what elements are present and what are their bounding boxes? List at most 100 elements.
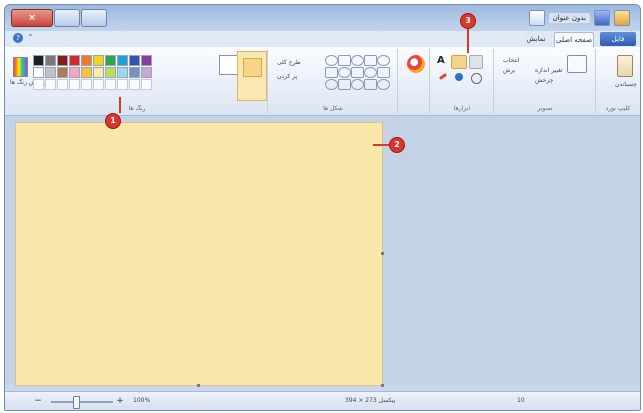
zoom-level: 100% (133, 397, 151, 404)
maximize-button[interactable] (54, 9, 80, 27)
outline-option[interactable]: طرح کلی (277, 59, 301, 66)
rotate-option[interactable]: چرخش (535, 77, 553, 84)
eraser-icon[interactable] (469, 55, 483, 69)
shape-option[interactable] (351, 55, 364, 66)
custom-color-swatch[interactable] (45, 79, 56, 90)
shape-option[interactable] (377, 67, 390, 78)
shape-option[interactable] (325, 55, 338, 66)
paste-label[interactable]: چسباندن (615, 81, 637, 88)
color-swatch[interactable] (57, 67, 68, 78)
fill-tool-icon[interactable] (451, 55, 467, 69)
custom-color-swatch[interactable] (117, 79, 128, 90)
window-controls: × (11, 9, 108, 27)
drawing-canvas[interactable] (15, 122, 383, 386)
image-group-label: تصویر (537, 105, 553, 112)
shape-option[interactable] (325, 79, 338, 90)
pencil-icon[interactable] (438, 72, 448, 81)
color-1-preview (243, 58, 262, 77)
tab-home[interactable]: صفحه اصلی (554, 32, 594, 47)
resize-handle-right[interactable] (381, 252, 384, 255)
chevron-up-icon[interactable]: ⌃ (27, 33, 34, 42)
custom-color-swatch[interactable] (69, 79, 80, 90)
zoom-slider-thumb[interactable] (73, 396, 80, 409)
color-swatch[interactable] (93, 55, 104, 66)
brushes-group (399, 49, 430, 113)
zoom-in-button[interactable]: + (115, 396, 125, 406)
resize-option[interactable]: تغییر اندازه (535, 67, 563, 74)
tab-file[interactable]: فایل (600, 32, 636, 46)
color-picker-icon[interactable] (455, 73, 463, 81)
brushes-icon[interactable] (407, 55, 425, 73)
shape-option[interactable] (338, 55, 351, 66)
paint-app-icon[interactable] (614, 10, 630, 26)
custom-color-swatch[interactable] (141, 79, 152, 90)
custom-color-swatch[interactable] (93, 79, 104, 90)
custom-color-swatch[interactable] (81, 79, 92, 90)
color-swatch[interactable] (45, 55, 56, 66)
color-swatch[interactable] (105, 55, 116, 66)
zoom-out-button[interactable]: − (33, 396, 43, 406)
color-swatch[interactable] (33, 55, 44, 66)
shape-option[interactable] (364, 67, 377, 78)
custom-color-swatch[interactable] (33, 79, 44, 90)
help-icon[interactable]: ? (13, 33, 23, 43)
title-bar: × بدون عنوان (5, 5, 640, 31)
colors-group-label: رنگ ها (128, 105, 146, 112)
tab-view[interactable]: نمایش (520, 32, 552, 46)
paste-icon[interactable] (617, 55, 633, 77)
color-swatch[interactable] (81, 67, 92, 78)
color-swatch[interactable] (57, 55, 68, 66)
minimize-button[interactable] (81, 9, 107, 27)
save-icon[interactable] (594, 10, 610, 26)
callout-1-badge: 1 (105, 113, 121, 129)
shape-option[interactable] (338, 79, 351, 90)
resize-handle-corner[interactable] (381, 384, 384, 387)
text-tool-icon[interactable]: A (437, 55, 449, 67)
callout-3-arrow (467, 25, 469, 53)
color-swatch[interactable] (141, 55, 152, 66)
color-swatch[interactable] (129, 55, 140, 66)
color-swatch[interactable] (129, 67, 140, 78)
shape-option[interactable] (351, 79, 364, 90)
color-swatch[interactable] (93, 67, 104, 78)
zoom-slider-track[interactable] (51, 401, 113, 403)
ribbon-tabs: ? ⌃ نمایش صفحه اصلی فایل (5, 31, 640, 47)
select-icon[interactable] (567, 55, 587, 73)
quick-access-toolbar: بدون عنوان (528, 10, 630, 26)
custom-color-swatch[interactable] (105, 79, 116, 90)
color-swatch[interactable] (105, 67, 116, 78)
fill-option[interactable]: پر کردن (277, 73, 297, 80)
undo-icon[interactable] (528, 10, 545, 26)
select-option[interactable]: انتخاب (503, 57, 520, 64)
color-swatch[interactable] (69, 67, 80, 78)
resize-handle-bottom[interactable] (197, 384, 200, 387)
status-extra: 10 (517, 397, 525, 404)
shape-option[interactable] (325, 67, 338, 78)
custom-color-swatch[interactable] (129, 79, 140, 90)
close-button[interactable]: × (11, 9, 53, 27)
color-swatch[interactable] (33, 67, 44, 78)
color-swatch[interactable] (117, 55, 128, 66)
clipboard-group-label: کلیپ بورد (605, 105, 631, 112)
shape-option[interactable] (377, 79, 390, 90)
status-bar: − + 100% 394 × 273 پیکسل 10 (5, 391, 640, 410)
color-swatch[interactable] (141, 67, 152, 78)
shape-option[interactable] (364, 79, 377, 90)
tools-group: A ابزارها (431, 49, 494, 113)
magnifier-icon[interactable] (471, 73, 482, 84)
color-1-selector[interactable] (237, 51, 267, 101)
crop-option[interactable]: برش (503, 67, 515, 74)
color-swatch[interactable] (117, 67, 128, 78)
shape-option[interactable] (351, 67, 364, 78)
clipboard-group: چسباندن کلیپ بورد (597, 49, 639, 113)
edit-colors-button[interactable] (13, 57, 28, 77)
color-swatch[interactable] (69, 55, 80, 66)
color-swatch[interactable] (81, 55, 92, 66)
shape-option[interactable] (338, 67, 351, 78)
shape-option[interactable] (377, 55, 390, 66)
color-swatch[interactable] (45, 67, 56, 78)
color-2-selector[interactable] (219, 55, 239, 75)
canvas-workspace[interactable] (5, 116, 640, 387)
custom-color-swatch[interactable] (57, 79, 68, 90)
shape-option[interactable] (364, 55, 377, 66)
